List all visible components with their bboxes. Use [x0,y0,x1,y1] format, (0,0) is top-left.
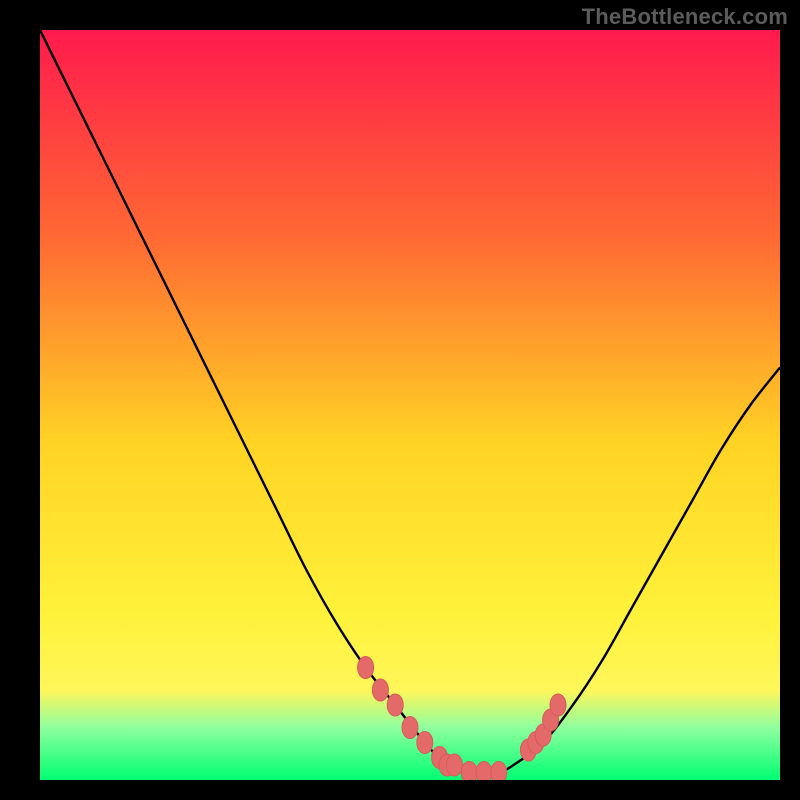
chart-frame: TheBottleneck.com [0,0,800,800]
curve-marker [402,717,418,739]
bottleneck-chart [0,0,800,800]
watermark-text: TheBottleneck.com [582,4,788,30]
curve-marker [417,732,433,754]
curve-marker [550,694,566,716]
curve-marker [358,657,374,679]
curve-marker [446,754,462,776]
curve-marker [372,679,388,701]
curve-marker [387,694,403,716]
gradient-plot-area [40,30,780,780]
